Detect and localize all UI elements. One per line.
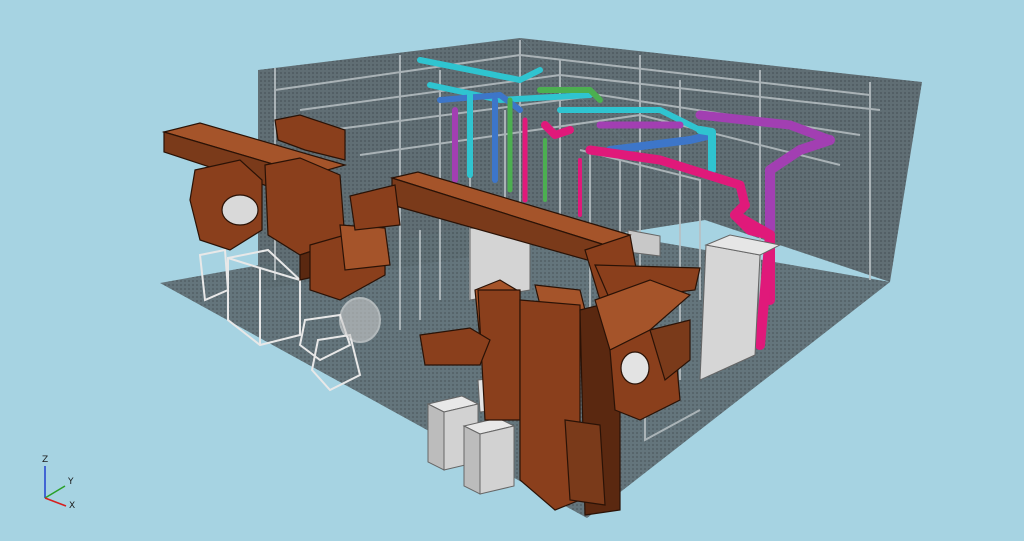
- x-axis-line: [44, 497, 67, 507]
- z-axis-label: Z: [42, 455, 48, 465]
- model-canvas[interactable]: Z Y X: [0, 0, 1024, 541]
- y-axis-label: Y: [67, 477, 74, 487]
- x-axis-label: X: [69, 501, 75, 511]
- model-viewport[interactable]: Z Y X: [0, 0, 1024, 541]
- axis-triad: Z Y X: [42, 455, 75, 511]
- y-axis-line: [44, 485, 66, 499]
